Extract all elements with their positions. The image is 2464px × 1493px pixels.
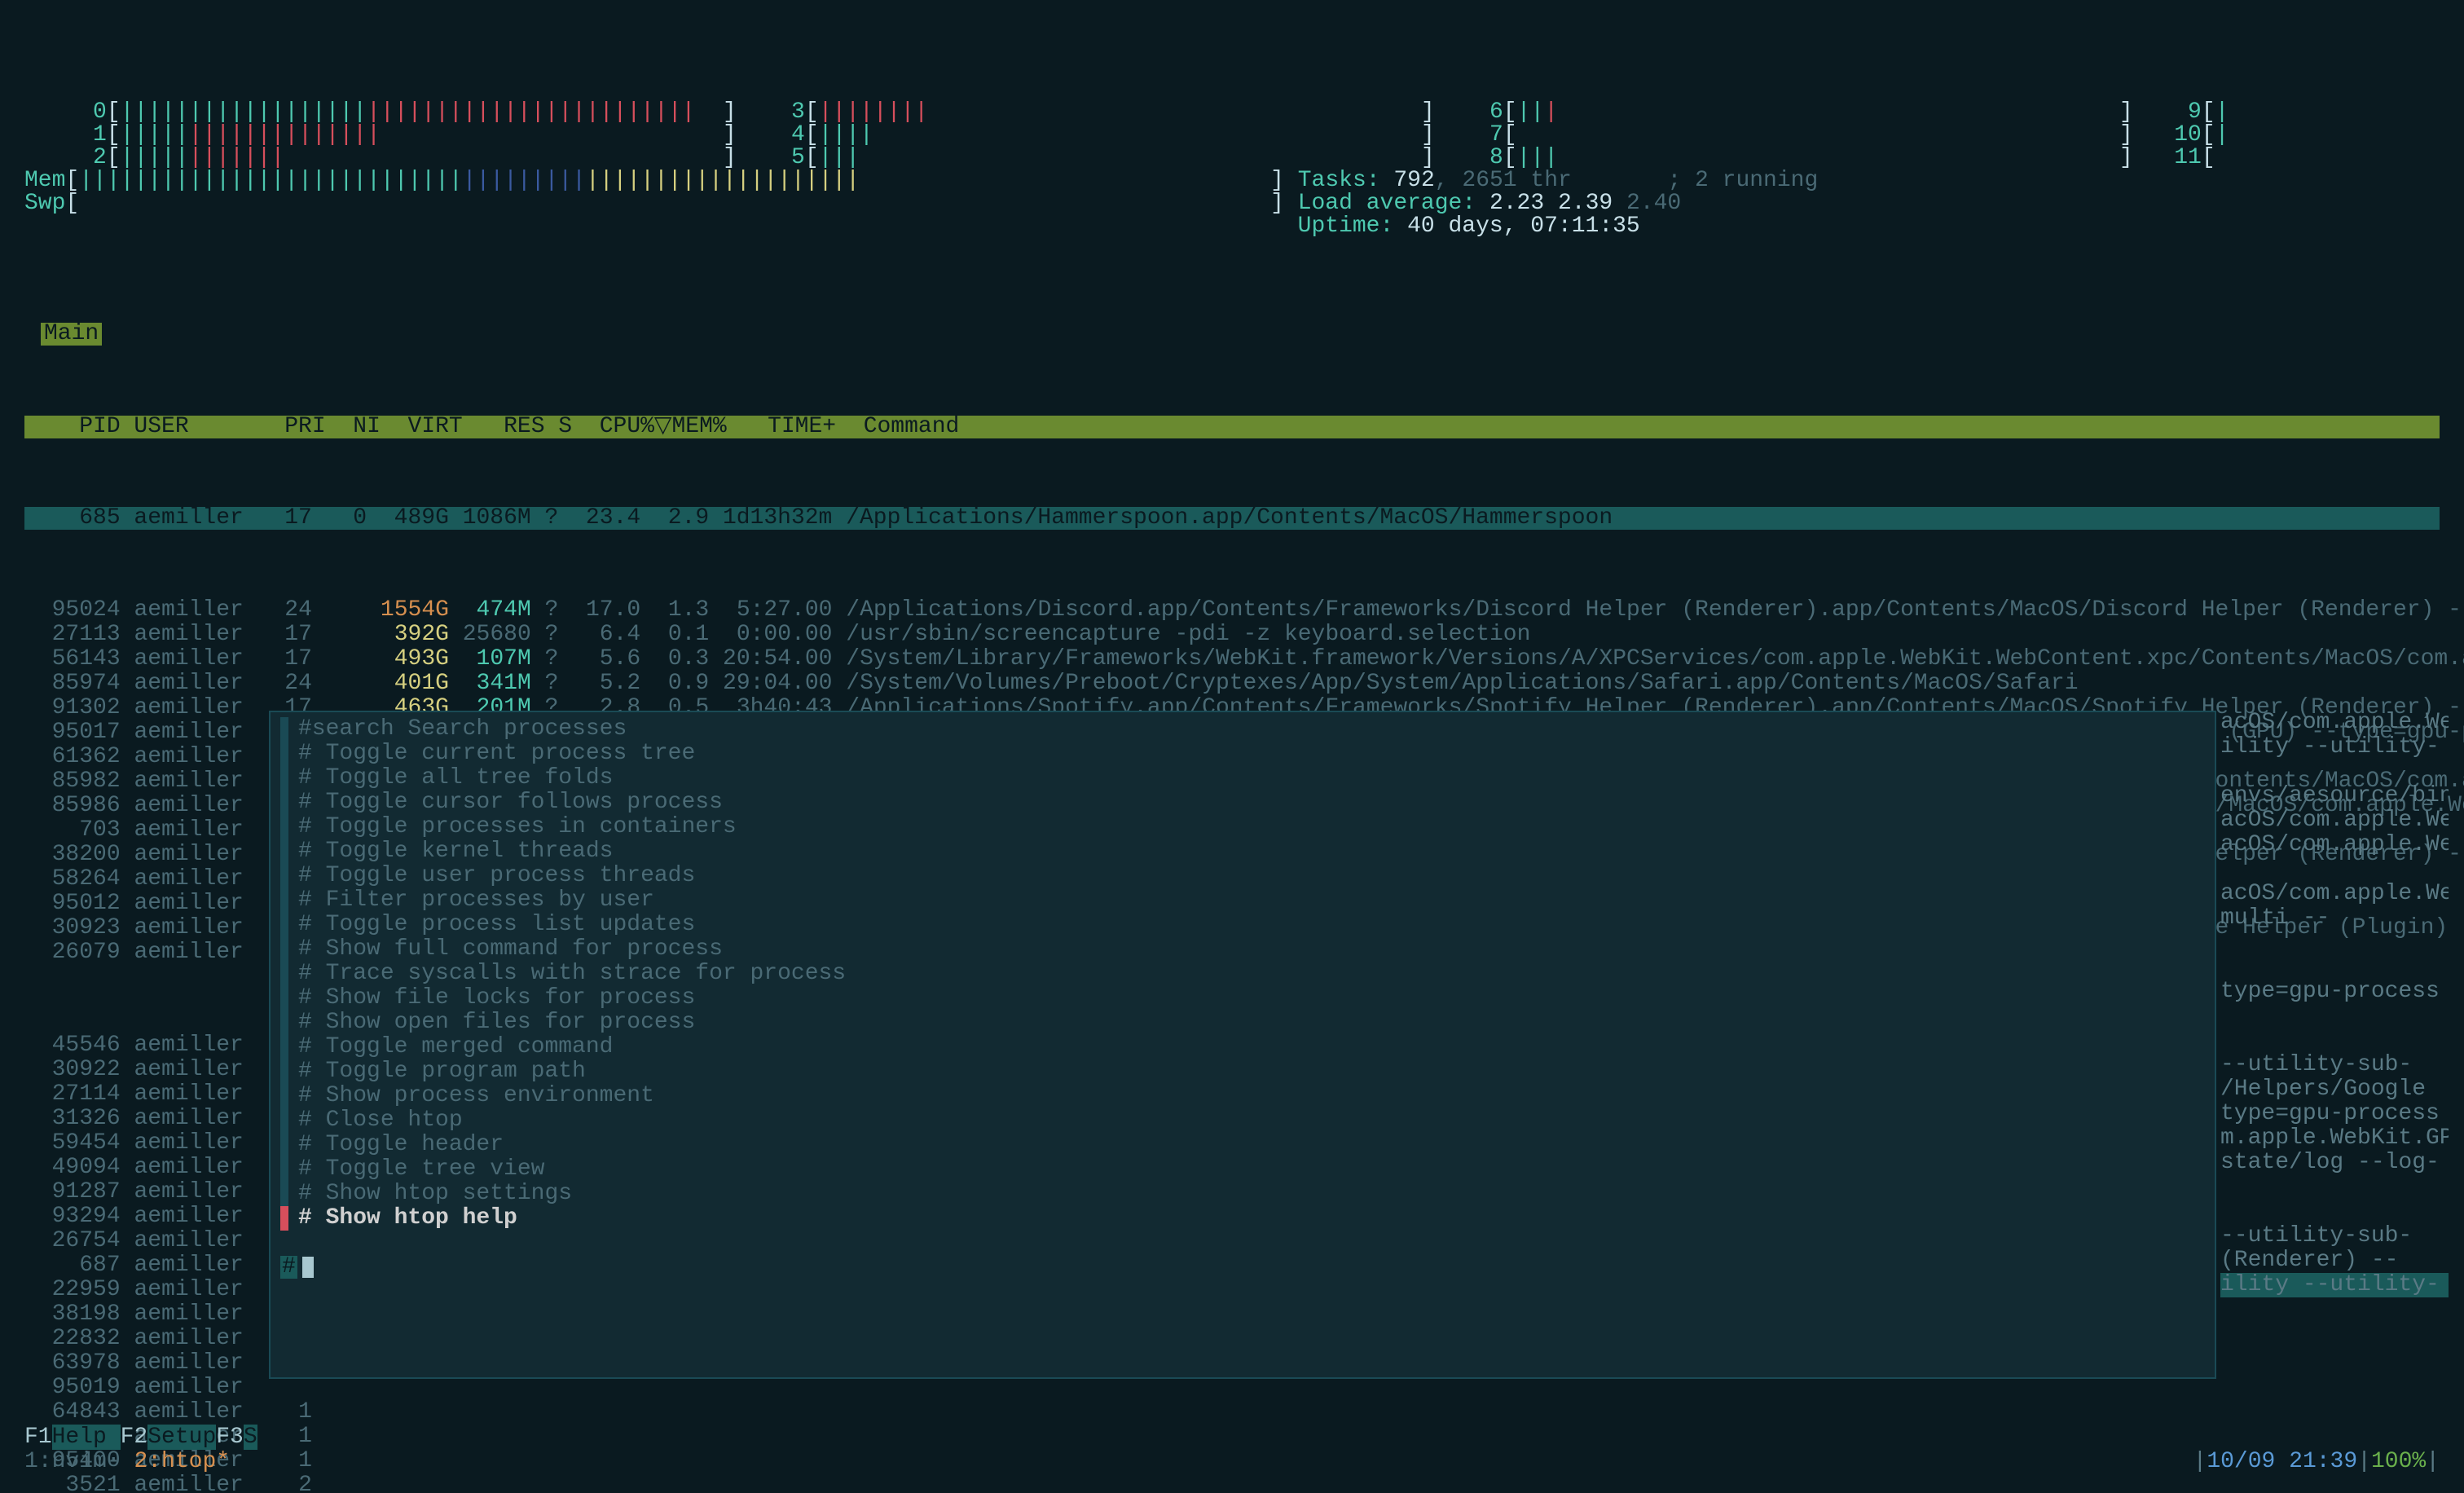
cmd-fragment: acOS/com.apple.WebK xyxy=(2220,711,2449,735)
popup-item-selected[interactable]: # Show htop help xyxy=(280,1206,2205,1231)
cmd-fragment xyxy=(2220,1175,2449,1200)
popup-item[interactable]: # Toggle all tree folds xyxy=(280,766,2205,791)
popup-item[interactable]: # Toggle user process threads xyxy=(280,864,2205,888)
cmd-fragment: --utility-sub-type xyxy=(2220,1053,2449,1077)
fkey-F2[interactable]: F2 xyxy=(121,1425,148,1450)
fkey-F3[interactable]: F3 xyxy=(216,1425,244,1450)
process-row[interactable]: 91294 aemiller 1 xyxy=(24,1425,2440,1449)
tmux-status-bar: 1:nvim- 2:htop* |10/09 21:39|100%| xyxy=(24,1451,2440,1473)
popup-item[interactable]: # Toggle header xyxy=(280,1133,2205,1157)
popup-item[interactable]: # Toggle program path xyxy=(280,1059,2205,1084)
cmd-fragment: acOS/com.apple.WebK xyxy=(2220,808,2449,833)
tab-main[interactable]: Main xyxy=(41,323,102,346)
cmd-fragment: m.apple.WebKit.GPU xyxy=(2220,1126,2449,1151)
popup-item[interactable]: # Close htop xyxy=(280,1108,2205,1133)
popup-item[interactable]: # Show process environment xyxy=(280,1084,2205,1108)
cmd-fragment: (Renderer) --type=r xyxy=(2220,1249,2449,1273)
meters-block: 0[||||||||||||||||||||||||||||||||||||||… xyxy=(24,101,2440,238)
cmd-fragment: acOS/com.apple.WebK xyxy=(2220,833,2449,857)
cmd-fragment: /Helpers/Google Chr xyxy=(2220,1077,2449,1102)
cmd-fragment xyxy=(2220,1004,2449,1028)
column-header[interactable]: PID USER PRI NI VIRT RES S CPU%▽MEM% TIM… xyxy=(24,416,2440,438)
cmd-fragment: multi --delimiter \ xyxy=(2220,906,2449,931)
status-date: 10/09 xyxy=(2207,1449,2275,1474)
cmd-fragment xyxy=(2220,760,2449,784)
status-battery: 100% xyxy=(2371,1449,2426,1474)
popup-item[interactable]: # Show full command for process xyxy=(280,937,2205,962)
tmux-window-1[interactable]: 1:nvim- xyxy=(24,1449,121,1474)
popup-item[interactable]: # Toggle process list updates xyxy=(280,913,2205,937)
cursor-icon xyxy=(302,1257,314,1278)
fzf-popup[interactable]: #search Search processes# Toggle current… xyxy=(269,711,2216,1379)
popup-item[interactable]: # Toggle merged command xyxy=(280,1035,2205,1059)
process-row[interactable]: 27113 aemiller 17 392G 25680 ? 6.4 0.1 0… xyxy=(24,623,2440,647)
cmd-fragment xyxy=(2220,955,2449,980)
popup-item[interactable]: # Filter processes by user xyxy=(280,888,2205,913)
cmd-fragment xyxy=(2220,1200,2449,1224)
cmd-fragment-selected: ility --utility-sub xyxy=(2220,1273,2449,1297)
popup-input[interactable]: # xyxy=(280,1255,2205,1279)
cmd-fragment: envs/aesource/bin/p xyxy=(2220,784,2449,808)
process-row-selected[interactable]: 685 aemiller 17 0 489G 1086M ? 23.4 2.9 … xyxy=(24,507,2440,530)
cmd-fragment: ility --utility-sub xyxy=(2220,735,2449,760)
popup-item[interactable]: # Show open files for process xyxy=(280,1011,2205,1035)
tmux-window-2-active[interactable]: 2:htop* xyxy=(134,1449,230,1474)
popup-item[interactable]: # Toggle cursor follows process xyxy=(280,791,2205,815)
process-row[interactable]: 85974 aemiller 24 401G 341M ? 5.2 0.9 29… xyxy=(24,672,2440,696)
cmd-fragment: --utility-sub-type xyxy=(2220,1224,2449,1249)
cmd-fragment: state/log --log-lev xyxy=(2220,1151,2449,1175)
cmd-fragment: type=gpu-process -- xyxy=(2220,980,2449,1004)
popup-header: #search Search processes xyxy=(280,717,2205,742)
process-row[interactable]: 3521 aemiller 2 xyxy=(24,1473,2440,1493)
process-row[interactable]: 64843 aemiller 1 xyxy=(24,1400,2440,1425)
popup-item[interactable]: # Toggle tree view xyxy=(280,1157,2205,1182)
trailing-commands: acOS/com.apple.WebKility --utility-suben… xyxy=(2220,711,2449,1297)
process-row[interactable]: 95019 aemiller xyxy=(24,1376,2440,1400)
process-row[interactable]: 95024 aemiller 24 1554G 474M ? 17.0 1.3 … xyxy=(24,598,2440,623)
cmd-fragment: type=gpu-process -- xyxy=(2220,1102,2449,1126)
popup-item[interactable]: # Show htop settings xyxy=(280,1182,2205,1206)
popup-item[interactable]: # Toggle current process tree xyxy=(280,742,2205,766)
cmd-fragment xyxy=(2220,1028,2449,1053)
popup-item[interactable]: # Trace syscalls with strace for process xyxy=(280,962,2205,986)
popup-item[interactable]: # Toggle kernel threads xyxy=(280,839,2205,864)
function-key-bar[interactable]: F1Help F2SetupF3S xyxy=(24,1426,257,1449)
process-row[interactable]: 56143 aemiller 17 493G 107M ? 5.6 0.3 20… xyxy=(24,647,2440,672)
cmd-fragment xyxy=(2220,931,2449,955)
status-time: 21:39 xyxy=(2289,1449,2357,1474)
cmd-fragment xyxy=(2220,857,2449,882)
cmd-fragment: acOS/com.apple.WebK xyxy=(2220,882,2449,906)
popup-item[interactable]: # Toggle processes in containers xyxy=(280,815,2205,839)
popup-item[interactable]: # Show file locks for process xyxy=(280,986,2205,1011)
fkey-F1[interactable]: F1 xyxy=(24,1425,52,1450)
popup-key-hint xyxy=(280,1231,2205,1255)
